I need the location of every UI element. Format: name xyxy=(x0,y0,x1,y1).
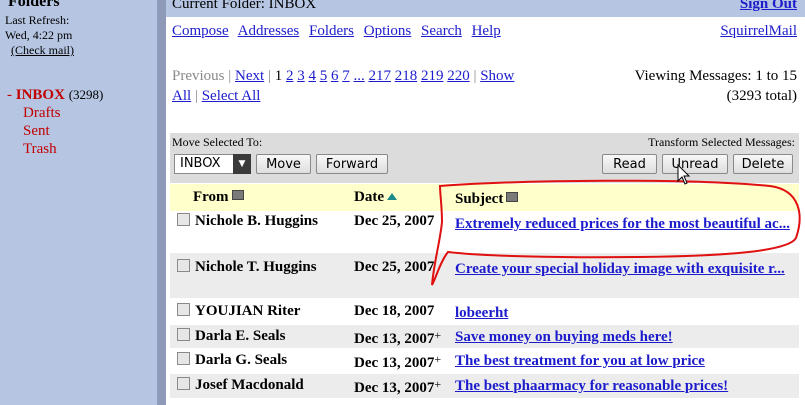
pager-next[interactable]: Next xyxy=(235,68,264,84)
last-refresh: Last Refresh: Wed, 4:22 pm xyxy=(5,13,72,43)
row-date: Dec 18, 2007 xyxy=(354,303,435,319)
pager-page[interactable]: 220 xyxy=(447,68,470,84)
check-mail-link[interactable]: (Check mail) xyxy=(11,43,74,58)
row-date: Dec 13, 2007+ xyxy=(354,328,442,347)
row-checkbox[interactable] xyxy=(177,328,190,341)
select-all-link[interactable]: Select All xyxy=(202,88,261,104)
folder-list: - INBOX (3298) Drafts Sent Trash xyxy=(7,86,103,158)
sort-ascending-icon[interactable] xyxy=(387,193,397,200)
pager-previous: Previous xyxy=(172,68,225,84)
last-refresh-label: Last Refresh: xyxy=(5,13,70,27)
table-row[interactable]: Darla G. Seals Dec 13, 2007+ The best tr… xyxy=(170,350,799,372)
move-label: Move Selected To: xyxy=(172,135,263,149)
squirrelmail-link[interactable]: SquirrelMail xyxy=(720,23,797,40)
row-checkbox[interactable] xyxy=(177,259,190,272)
row-from: YOUJIAN Riter xyxy=(177,303,300,320)
table-row[interactable]: Josef Macdonald Dec 13, 2007+ The best p… xyxy=(170,374,799,398)
row-subject[interactable]: Extremely reduced prices for the most be… xyxy=(455,214,790,234)
menu-search[interactable]: Search xyxy=(421,23,462,39)
move-button[interactable]: Move xyxy=(256,154,311,174)
row-from: Nichole B. Huggins xyxy=(177,213,318,230)
pager-page[interactable]: 7 xyxy=(342,68,350,84)
delete-button[interactable]: Delete xyxy=(733,154,793,174)
table-row[interactable]: Nichole T. Huggins Dec 25, 2007 Create y… xyxy=(170,253,799,298)
row-date: Dec 13, 2007+ xyxy=(354,377,442,396)
pager-ellipsis[interactable]: ... xyxy=(353,68,364,84)
row-from: Josef Macdonald xyxy=(177,377,304,394)
row-checkbox[interactable] xyxy=(177,303,190,316)
transform-label: Transform Selected Messages: xyxy=(648,135,795,149)
pager-page[interactable]: 3 xyxy=(297,68,305,84)
date-header[interactable]: Date xyxy=(354,189,397,206)
row-subject[interactable]: lobeerht xyxy=(455,303,790,323)
last-refresh-value: Wed, 4:22 pm xyxy=(5,28,73,42)
row-subject[interactable]: The best treatment for you at low price xyxy=(455,351,790,371)
row-from: Darla E. Seals xyxy=(177,328,285,345)
menu-options[interactable]: Options xyxy=(364,23,412,39)
viewing-info: Viewing Messages: 1 to 15 (3293 total) xyxy=(635,66,797,106)
sort-icon[interactable] xyxy=(506,192,519,202)
folder-item-sent[interactable]: Sent xyxy=(7,122,103,140)
row-checkbox[interactable] xyxy=(177,352,190,365)
frame-divider[interactable] xyxy=(158,0,166,405)
sort-icon[interactable] xyxy=(231,190,244,200)
header-bar: Current Folder: INBOX Sign Out xyxy=(166,0,805,17)
pager-page[interactable]: 2 xyxy=(286,68,294,84)
menu-folders[interactable]: Folders xyxy=(309,23,354,39)
menu-addresses[interactable]: Addresses xyxy=(238,23,300,39)
move-folder-value: INBOX xyxy=(180,156,221,171)
read-button[interactable]: Read xyxy=(602,154,657,174)
folder-count: (3298) xyxy=(68,87,104,102)
pager-show-all[interactable]: Show xyxy=(480,68,514,84)
row-date: Dec 13, 2007+ xyxy=(354,352,442,371)
chevron-down-icon[interactable]: ▼ xyxy=(233,154,251,174)
pager-page[interactable]: 5 xyxy=(320,68,328,84)
move-folder-select[interactable]: INBOX ▼ xyxy=(174,154,251,174)
message-toolbar: Move Selected To: Transform Selected Mes… xyxy=(170,133,799,183)
row-subject[interactable]: The best phaarmacy for reasonable prices… xyxy=(455,376,790,396)
menu-help[interactable]: Help xyxy=(472,23,501,39)
folders-heading: Folders xyxy=(8,0,60,10)
folder-label: INBOX xyxy=(15,87,65,103)
row-date: Dec 25, 2007 xyxy=(354,259,435,275)
pagination: Previous | Next | 1 2 3 4 5 6 7 ... 217 … xyxy=(172,68,515,104)
folder-item-inbox[interactable]: - INBOX (3298) xyxy=(7,86,103,104)
pager-page[interactable]: 218 xyxy=(395,68,418,84)
row-date: Dec 25, 2007 xyxy=(354,213,435,229)
folder-pane: Folders Last Refresh: Wed, 4:22 pm (Chec… xyxy=(0,0,158,405)
folder-item-drafts[interactable]: Drafts xyxy=(7,104,103,122)
row-checkbox[interactable] xyxy=(177,213,190,226)
message-list-pane: Current Folder: INBOX Sign Out Compose A… xyxy=(166,0,805,405)
current-folder: Current Folder: INBOX xyxy=(172,0,317,12)
menu-compose[interactable]: Compose xyxy=(172,23,229,39)
row-subject[interactable]: Save money on buying meds here! xyxy=(455,327,790,347)
row-from: Darla G. Seals xyxy=(177,352,287,369)
pager-all[interactable]: All xyxy=(172,88,191,104)
pager-current: 1 xyxy=(274,68,283,84)
pager-page[interactable]: 219 xyxy=(421,68,444,84)
row-checkbox[interactable] xyxy=(177,377,190,390)
table-header-row: From Date Subject xyxy=(170,184,799,211)
table-row[interactable]: Darla E. Seals Dec 13, 2007+ Save money … xyxy=(170,325,799,348)
cursor-pointer-icon xyxy=(677,164,691,185)
forward-button[interactable]: Forward xyxy=(316,154,388,174)
subject-header[interactable]: Subject xyxy=(455,189,790,209)
folder-item-trash[interactable]: Trash xyxy=(7,140,103,158)
pager-page[interactable]: 4 xyxy=(308,68,316,84)
pager-page[interactable]: 6 xyxy=(331,68,339,84)
table-row[interactable]: Nichole B. Huggins Dec 25, 2007 Extremel… xyxy=(170,211,799,253)
main-menu: Compose Addresses Folders Options Search… xyxy=(172,23,507,40)
sign-out-link[interactable]: Sign Out xyxy=(740,0,797,13)
row-subject[interactable]: Create your special holiday image with e… xyxy=(455,259,790,279)
viewing-range: Viewing Messages: 1 to 15 xyxy=(634,68,797,84)
row-from: Nichole T. Huggins xyxy=(177,259,317,276)
from-header[interactable]: From xyxy=(193,189,244,206)
unread-button[interactable]: Unread xyxy=(662,154,728,174)
viewing-total: (3293 total) xyxy=(726,88,797,104)
pager-page[interactable]: 217 xyxy=(368,68,391,84)
table-row[interactable]: YOUJIAN Riter Dec 18, 2007 lobeerht xyxy=(170,301,799,323)
